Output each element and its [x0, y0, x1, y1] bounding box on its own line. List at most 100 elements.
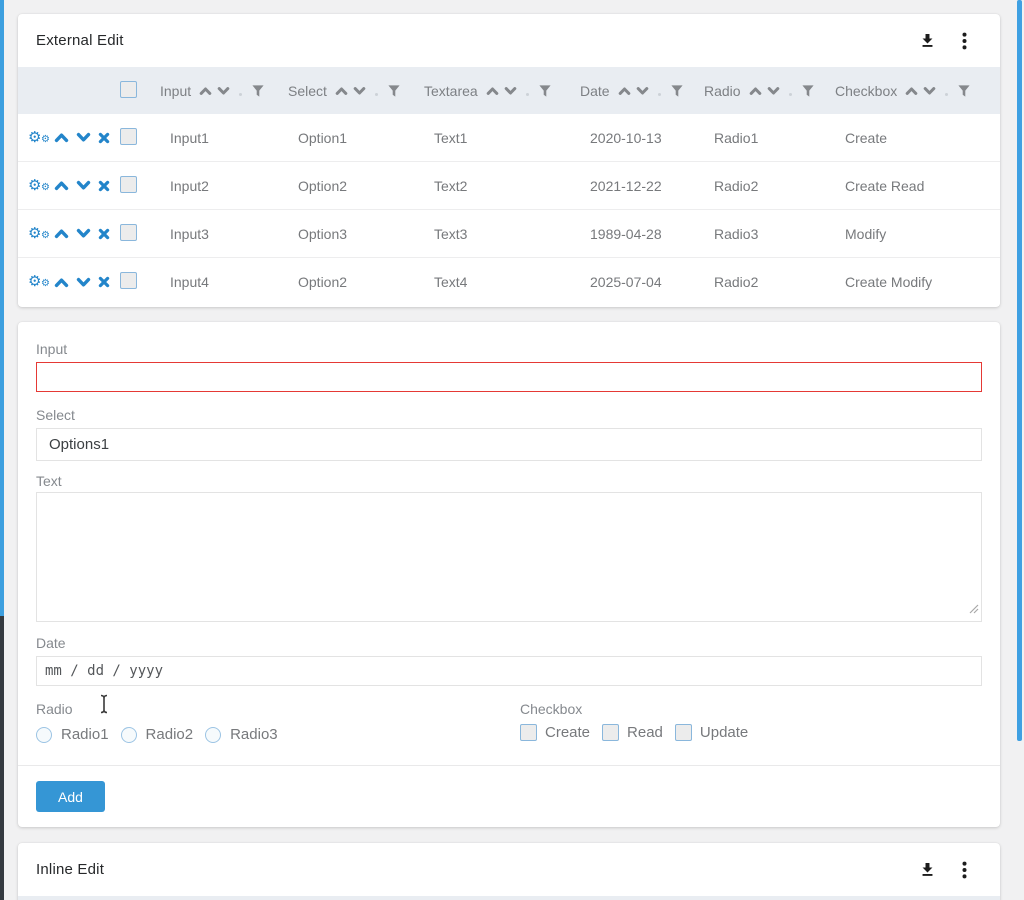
column-header-textarea: Textarea [424, 83, 580, 99]
checkbox[interactable] [675, 724, 692, 741]
cell-radio: Radio2 [704, 274, 835, 290]
kebab-menu-icon[interactable] [962, 32, 967, 50]
card-header: Inline Edit [18, 843, 1000, 896]
sort-desc-icon[interactable] [767, 86, 780, 96]
textarea-field[interactable] [36, 492, 982, 622]
select-field[interactable]: Options1 [36, 428, 982, 461]
cell-textarea: Text2 [424, 178, 580, 194]
cell-checkbox: Create [835, 130, 1000, 146]
settings-icon[interactable]: ⚙⚙ [28, 225, 47, 243]
cell-select: Option3 [288, 226, 424, 242]
sort-desc-icon[interactable] [353, 86, 366, 96]
left-sidebar-edge [0, 616, 4, 900]
add-button[interactable]: Add [36, 781, 105, 812]
sort-order-dot [789, 93, 792, 96]
cell-checkbox: Modify [835, 226, 1000, 242]
cell-input: Input1 [160, 130, 288, 146]
sort-asc-icon[interactable] [749, 86, 762, 96]
filter-icon[interactable] [802, 85, 814, 97]
move-up-icon[interactable] [54, 277, 69, 288]
filter-icon[interactable] [252, 85, 264, 97]
resize-grip-icon[interactable] [969, 601, 979, 619]
sort-desc-icon[interactable] [504, 86, 517, 96]
download-icon[interactable] [919, 861, 936, 878]
filter-icon[interactable] [539, 85, 551, 97]
move-up-icon[interactable] [54, 228, 69, 239]
radio-button[interactable] [36, 727, 52, 743]
delete-icon[interactable] [98, 180, 110, 192]
cell-radio: Radio1 [704, 130, 835, 146]
cell-radio: Radio3 [704, 226, 835, 242]
cell-textarea: Text3 [424, 226, 580, 242]
sort-desc-icon[interactable] [636, 86, 649, 96]
input-label: Input [36, 341, 67, 357]
cell-checkbox: Create Read [835, 178, 1000, 194]
sort-desc-icon[interactable] [923, 86, 936, 96]
column-header-input: Input [160, 83, 288, 99]
radio-group: Radio1 Radio2 Radio3 [36, 726, 290, 743]
filter-icon[interactable] [671, 85, 683, 97]
cell-date: 2021-12-22 [580, 178, 704, 194]
inline-table-header [18, 896, 1000, 900]
cell-textarea: Text4 [424, 274, 580, 290]
delete-icon[interactable] [98, 132, 110, 144]
column-header-checkbox: Checkbox [835, 83, 1000, 99]
move-down-icon[interactable] [76, 132, 91, 143]
table-row: ⚙⚙ Input3 Option3 Text3 1989-04-28 Radio… [18, 210, 1000, 258]
move-up-icon[interactable] [54, 180, 69, 191]
move-down-icon[interactable] [76, 180, 91, 191]
radio-button[interactable] [121, 727, 137, 743]
radio-button[interactable] [205, 727, 221, 743]
filter-icon[interactable] [958, 85, 970, 97]
external-edit-card: External Edit Input Select [18, 14, 1000, 307]
filter-icon[interactable] [388, 85, 400, 97]
left-scrollbar-thumb[interactable] [0, 0, 4, 616]
sort-asc-icon[interactable] [905, 86, 918, 96]
settings-icon[interactable]: ⚙⚙ [28, 177, 47, 195]
row-checkbox[interactable] [120, 176, 137, 193]
move-down-icon[interactable] [76, 228, 91, 239]
sort-order-dot [658, 93, 661, 96]
sort-desc-icon[interactable] [217, 86, 230, 96]
sort-asc-icon[interactable] [486, 86, 499, 96]
table-row: ⚙⚙ Input1 Option1 Text1 2020-10-13 Radio… [18, 114, 1000, 162]
column-header-select: Select [288, 83, 424, 99]
page-scrollbar-thumb[interactable] [1017, 0, 1022, 741]
download-icon[interactable] [919, 32, 936, 49]
checkbox-group-label: Checkbox [520, 701, 582, 717]
select-value: Options1 [49, 436, 109, 453]
settings-icon[interactable]: ⚙⚙ [28, 129, 47, 147]
card-header: External Edit [18, 14, 1000, 67]
cell-radio: Radio2 [704, 178, 835, 194]
inline-edit-card: Inline Edit [18, 843, 1000, 900]
cell-date: 2025-07-04 [580, 274, 704, 290]
kebab-menu-icon[interactable] [962, 861, 967, 879]
sort-asc-icon[interactable] [618, 86, 631, 96]
cell-date: 1989-04-28 [580, 226, 704, 242]
checkbox[interactable] [520, 724, 537, 741]
delete-icon[interactable] [98, 228, 110, 240]
add-record-form-card: Input Select Options1 Text Date mm / dd … [18, 322, 1000, 827]
cell-select: Option2 [288, 274, 424, 290]
row-checkbox[interactable] [120, 272, 137, 289]
date-field[interactable]: mm / dd / yyyy [36, 656, 982, 686]
row-checkbox[interactable] [120, 224, 137, 241]
row-checkbox[interactable] [120, 128, 137, 145]
sort-order-dot [945, 93, 948, 96]
sort-asc-icon[interactable] [335, 86, 348, 96]
move-down-icon[interactable] [76, 277, 91, 288]
move-up-icon[interactable] [54, 132, 69, 143]
settings-icon[interactable]: ⚙⚙ [28, 273, 47, 291]
checkbox[interactable] [602, 724, 619, 741]
cell-select: Option1 [288, 130, 424, 146]
select-label: Select [36, 407, 75, 423]
card-title: Inline Edit [36, 861, 104, 878]
input-field[interactable] [36, 362, 982, 392]
sort-asc-icon[interactable] [199, 86, 212, 96]
cell-date: 2020-10-13 [580, 130, 704, 146]
sort-order-dot [239, 93, 242, 96]
cell-input: Input3 [160, 226, 288, 242]
select-all-checkbox[interactable] [120, 81, 137, 98]
date-placeholder: mm / dd / yyyy [45, 663, 163, 679]
delete-icon[interactable] [98, 276, 110, 288]
